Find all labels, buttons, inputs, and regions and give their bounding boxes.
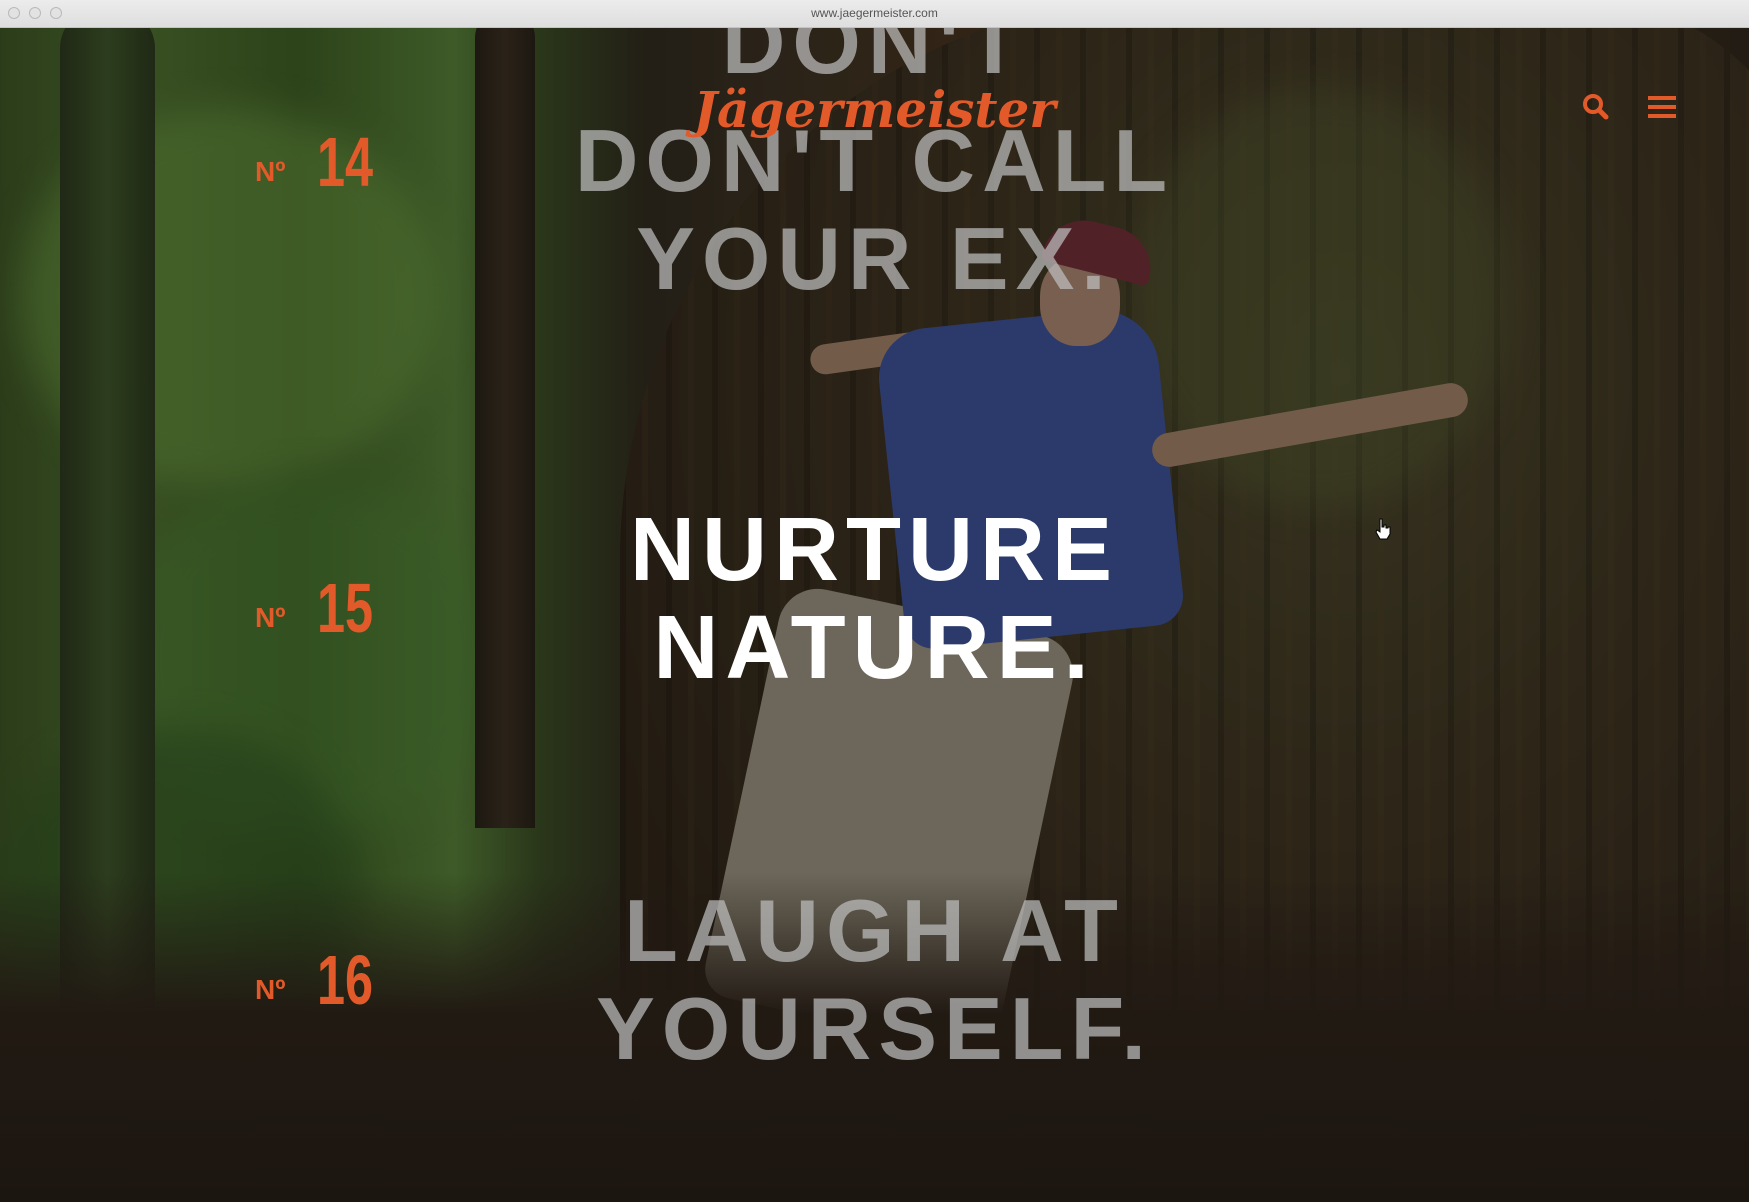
search-icon <box>1583 94 1609 120</box>
browser-window: www.jaegermeister.com DON'T DON'T CALL Y… <box>0 0 1749 1202</box>
rule-number-15[interactable]: Nº 15 <box>255 556 405 648</box>
number-prefix: Nº <box>255 974 286 1005</box>
rule-number-16[interactable]: Nº 16 <box>255 928 405 1020</box>
number-value: 16 <box>317 941 374 1019</box>
search-button[interactable] <box>1578 90 1614 126</box>
number-prefix: Nº <box>255 156 286 187</box>
menu-button[interactable] <box>1644 90 1680 126</box>
slogan-line: YOUR EX. <box>636 209 1113 308</box>
hamburger-menu-icon <box>1648 96 1676 118</box>
hand-cursor-icon <box>1375 518 1391 540</box>
number-prefix: Nº <box>255 602 286 633</box>
number-value: 15 <box>317 569 374 647</box>
jagermeister-logo[interactable]: Jägermeister <box>0 80 1749 139</box>
page-viewport: DON'T DON'T CALL YOUR EX. NURTURE NATURE… <box>0 28 1749 1202</box>
browser-titlebar: www.jaegermeister.com <box>0 0 1749 28</box>
address-bar-url[interactable]: www.jaegermeister.com <box>0 6 1749 20</box>
